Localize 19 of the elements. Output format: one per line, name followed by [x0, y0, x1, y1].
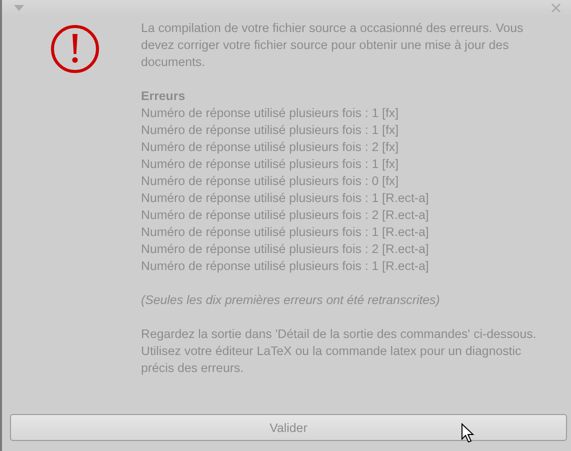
error-line: Numéro de réponse utilisé plusieurs fois : 1 [fx]: [141, 105, 400, 122]
error-line: Numéro de réponse utilisé plusieurs fois : 1 [fx]: [141, 156, 400, 173]
error-line: Numéro de réponse utilisé plusieurs fois : 1 [fx]: [141, 122, 400, 139]
error-line: Numéro de réponse utilisé plusieurs fois : 1 [R.ect-a]: [141, 258, 430, 275]
errors-heading: Erreurs: [141, 88, 186, 105]
error-icon: [50, 24, 100, 74]
advice-text: Regardez la sortie dans 'Détail de la sortie des commandes' ci-dessous. Utilisez votre éditeur LaTeX ou la commande latex pour un diagnostic précis des erreurs.: [141, 326, 538, 377]
error-line: Numéro de réponse utilisé plusieurs fois : 1 [R.ect-a]: [141, 224, 430, 241]
truncation-note: (Seules les dix premières erreurs ont été retranscrites): [141, 292, 441, 309]
validate-button[interactable]: Valider: [10, 414, 567, 441]
error-line: Numéro de réponse utilisé plusieurs fois : 0 [fx]: [141, 173, 400, 190]
error-line: Numéro de réponse utilisé plusieurs fois : 2 [R.ect-a]: [141, 241, 430, 258]
error-line: Numéro de réponse utilisé plusieurs fois : 1 [R.ect-a]: [141, 190, 430, 207]
close-icon[interactable]: [551, 3, 561, 13]
error-message: La compilation de votre fichier source a occasionné des erreurs. Vous devez corriger votre fichier source pour obtenir une mise à jour des documents.: [141, 20, 524, 71]
menu-icon[interactable]: [14, 5, 24, 11]
error-line: Numéro de réponse utilisé plusieurs fois : 2 [fx]: [141, 139, 400, 156]
pointer-icon: [461, 423, 475, 443]
error-line: Numéro de réponse utilisé plusieurs fois : 2 [R.ect-a]: [141, 207, 430, 224]
